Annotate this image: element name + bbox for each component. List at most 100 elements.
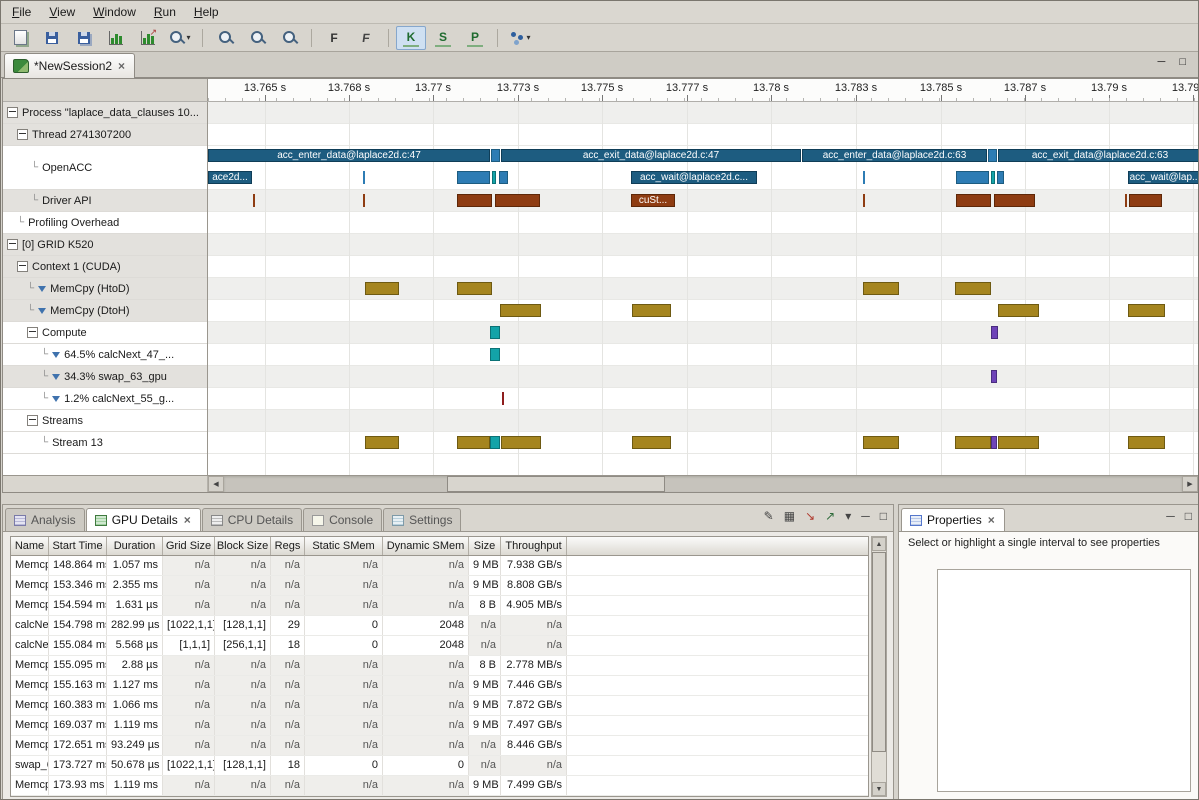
table-row[interactable]: Memcpy160.383 ms1.066 msn/an/an/an/an/a9…	[11, 696, 868, 716]
close-icon[interactable]: ×	[183, 513, 192, 527]
analysis-button[interactable]: ▾	[505, 26, 535, 50]
row-thread-label[interactable]: Thread 2741307200	[3, 124, 207, 146]
timeline-interval[interactable]	[363, 171, 365, 184]
timeline-interval[interactable]	[988, 149, 997, 162]
zoom-out-button[interactable]	[242, 26, 272, 50]
kernel-view-button[interactable]: K	[396, 26, 426, 50]
minimize-view-button[interactable]: ─	[1158, 56, 1166, 68]
timeline-interval[interactable]	[863, 282, 899, 295]
timeline-interval[interactable]	[863, 171, 865, 184]
table-row[interactable]: calcNext154.798 ms282.99 µs[1022,1,1][12…	[11, 616, 868, 636]
menu-run[interactable]: Run	[145, 2, 185, 22]
tab-analysis[interactable]: Analysis	[5, 508, 85, 531]
stream-view-button[interactable]: S	[428, 26, 458, 50]
minimize-panel-button[interactable]: ─	[1166, 509, 1175, 523]
collapse-expander-icon[interactable]	[17, 129, 28, 140]
timeline-interval[interactable]: acc_wait@laplace2d.c...	[631, 171, 757, 184]
timeline-interval[interactable]	[991, 326, 998, 339]
timeline-interval[interactable]	[991, 370, 997, 383]
row-stream-13-label[interactable]: └Stream 13	[3, 432, 207, 454]
filter-funnel-icon[interactable]	[52, 396, 60, 402]
timeline-interval[interactable]	[363, 194, 365, 207]
menu-help[interactable]: Help	[185, 2, 228, 22]
save-session-button[interactable]	[37, 26, 67, 50]
filter-funnel-icon[interactable]	[52, 374, 60, 380]
timeline-interval[interactable]	[457, 171, 490, 184]
tab-cpu-details[interactable]: CPU Details	[202, 508, 302, 531]
timeline-interval[interactable]	[863, 436, 899, 449]
column-header-start-time[interactable]: Start Time	[49, 537, 107, 555]
row-process-label[interactable]: Process "laplace_data_clauses 10...	[3, 102, 207, 124]
timeline-interval[interactable]	[955, 282, 991, 295]
column-header-block-size[interactable]: Block Size	[215, 537, 271, 555]
row-kernel-swap-63-label[interactable]: └34.3% swap_63_gpu	[3, 366, 207, 388]
row-memcpy-dtoh-label[interactable]: └MemCpy (DtoH)	[3, 300, 207, 322]
process-view-button[interactable]: P	[460, 26, 490, 50]
scroll-down-button[interactable]: ▼	[872, 782, 886, 796]
scroll-up-button[interactable]: ▲	[872, 537, 886, 551]
row-driver-api-label[interactable]: └Driver API	[3, 190, 207, 212]
generate-timeline-button[interactable]	[101, 26, 131, 50]
next-marker-button[interactable]: F	[319, 26, 349, 50]
timeline-interval[interactable]: acc_enter_data@laplace2d.c:47	[208, 149, 490, 162]
timeline-interval[interactable]: acc_exit_data@laplace2d.c:47	[501, 149, 801, 162]
timeline-interval[interactable]	[997, 171, 1004, 184]
prev-marker-button[interactable]: F	[351, 26, 381, 50]
filter-funnel-icon[interactable]	[52, 352, 60, 358]
tab-gpu-details[interactable]: GPU Details×	[86, 508, 201, 531]
timeline-interval[interactable]	[492, 171, 496, 184]
timeline-interval[interactable]	[1128, 304, 1165, 317]
filter-funnel-icon[interactable]	[38, 308, 46, 314]
timeline-interval[interactable]	[490, 436, 500, 449]
menu-view[interactable]: View	[40, 2, 84, 22]
timeline-interval[interactable]: acc_enter_data@laplace2d.c:63	[802, 149, 987, 162]
timeline-interval[interactable]: ace2d...	[208, 171, 252, 184]
table-row[interactable]: Memcpy155.163 ms1.127 msn/an/an/an/an/a9…	[11, 676, 868, 696]
save-all-button[interactable]	[69, 26, 99, 50]
maximize-panel-button[interactable]: □	[1185, 509, 1192, 523]
timeline-interval[interactable]	[253, 194, 255, 207]
row-filler-label[interactable]	[3, 454, 207, 475]
column-header-regs[interactable]: Regs	[271, 537, 305, 555]
collapse-expander-icon[interactable]	[7, 239, 18, 250]
timeline-interval[interactable]	[495, 194, 540, 207]
timeline-interval[interactable]: acc_exit_data@laplace2d.c:63	[998, 149, 1198, 162]
table-row[interactable]: Memcpy154.594 ms1.631 µsn/an/an/an/an/a8…	[11, 596, 868, 616]
timeline-interval[interactable]	[991, 436, 997, 449]
close-icon[interactable]: ×	[117, 59, 126, 73]
scroll-right-button[interactable]: ▶	[1182, 476, 1198, 492]
timeline-interval[interactable]	[632, 304, 671, 317]
table-row[interactable]: Memcpy172.651 ms93.249 µsn/an/an/an/an/a…	[11, 736, 868, 756]
zoom-in-button[interactable]	[210, 26, 240, 50]
table-row[interactable]: calcNext155.084 ms5.568 µs[1,1,1][256,1,…	[11, 636, 868, 656]
table-row[interactable]: Memcpy169.037 ms1.119 msn/an/an/an/an/a9…	[11, 716, 868, 736]
collapse-expander-icon[interactable]	[17, 261, 28, 272]
menu-file[interactable]: File	[3, 2, 40, 22]
timeline-interval[interactable]	[863, 194, 865, 207]
timeline-interval[interactable]	[457, 436, 490, 449]
maximize-panel-button[interactable]: □	[880, 509, 887, 523]
table-row[interactable]: Memcpy155.095 ms2.88 µsn/an/an/an/an/a8 …	[11, 656, 868, 676]
export-report-button[interactable]	[133, 26, 163, 50]
timeline-interval[interactable]	[998, 304, 1039, 317]
timeline-interval[interactable]	[490, 326, 500, 339]
column-header-size[interactable]: Size	[469, 537, 501, 555]
table-row[interactable]: Memcpy173.93 ms1.119 msn/an/an/an/an/a9 …	[11, 776, 868, 796]
timeline-interval[interactable]	[502, 392, 504, 405]
table-row[interactable]: Memcpy148.864 ms1.057 msn/an/an/an/an/a9…	[11, 556, 868, 576]
timeline-interval[interactable]	[457, 282, 492, 295]
collapse-expander-icon[interactable]	[7, 107, 18, 118]
timeline-interval[interactable]	[956, 194, 991, 207]
column-header-throughput[interactable]: Throughput	[501, 537, 567, 555]
timeline-interval[interactable]: acc_wait@lap...	[1128, 171, 1198, 184]
highlight-mode-button[interactable]: ✎	[764, 509, 774, 523]
timeline-interval[interactable]	[632, 436, 671, 449]
column-header-duration[interactable]: Duration	[107, 537, 163, 555]
timeline-interval[interactable]	[994, 194, 1035, 207]
timeline-interval[interactable]: cuSt...	[631, 194, 675, 207]
tab-console[interactable]: Console	[303, 508, 382, 531]
table-row[interactable]: swap_63173.727 ms50.678 µs[1022,1,1][128…	[11, 756, 868, 776]
scrollbar-thumb[interactable]	[447, 476, 665, 492]
table-row[interactable]: Memcpy178.163 ms1.073 msn/an/an/an/an/a9…	[11, 796, 868, 797]
column-header-dynamic-smem[interactable]: Dynamic SMem	[383, 537, 469, 555]
